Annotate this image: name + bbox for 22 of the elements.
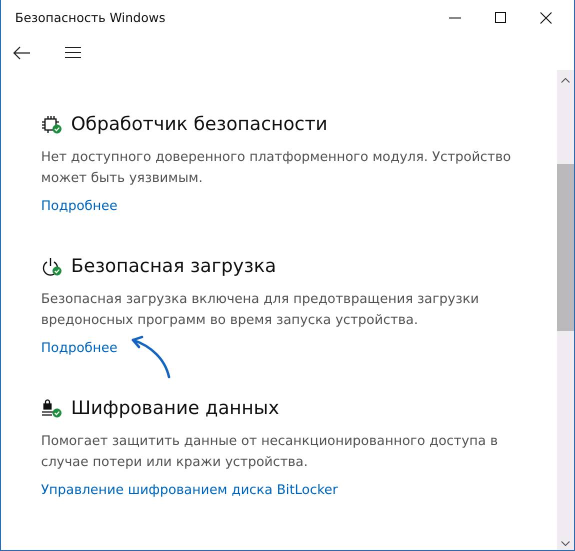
section-link[interactable]: Подробнее [41, 199, 118, 214]
section-title: Обработчик безопасности [71, 114, 328, 135]
scrollbar-thumb[interactable] [557, 164, 574, 331]
section-title: Шифрование данных [71, 398, 280, 419]
section-link[interactable]: Управление шифрованием диска BitLocker [41, 483, 338, 498]
scrollbar[interactable] [557, 70, 574, 550]
section-description: Помогает защитить данные от несанкционированного доступа в случае потери или кражи устройства. [41, 433, 499, 472]
section-description: Нет доступного доверенного платформенного модуля. Устройство может быть уязвимым. [41, 149, 512, 188]
lock-icon [41, 398, 63, 418]
power-icon [41, 256, 63, 276]
chip-icon [41, 114, 63, 134]
close-icon[interactable] [540, 12, 552, 24]
section-link[interactable]: Подробнее [41, 341, 118, 356]
back-icon[interactable] [13, 46, 31, 60]
scroll-up-icon[interactable] [561, 78, 570, 83]
section-title: Безопасная загрузка [71, 256, 276, 277]
minimize-icon[interactable] [449, 16, 461, 18]
window-title: Безопасность Windows [15, 10, 166, 25]
maximize-icon[interactable] [495, 12, 506, 23]
menu-icon[interactable] [65, 47, 81, 58]
scroll-down-icon[interactable] [561, 541, 570, 546]
section-description: Безопасная загрузка включена для предотвращения загрузки вредоносных программ во время запуска устройства. [41, 291, 480, 330]
